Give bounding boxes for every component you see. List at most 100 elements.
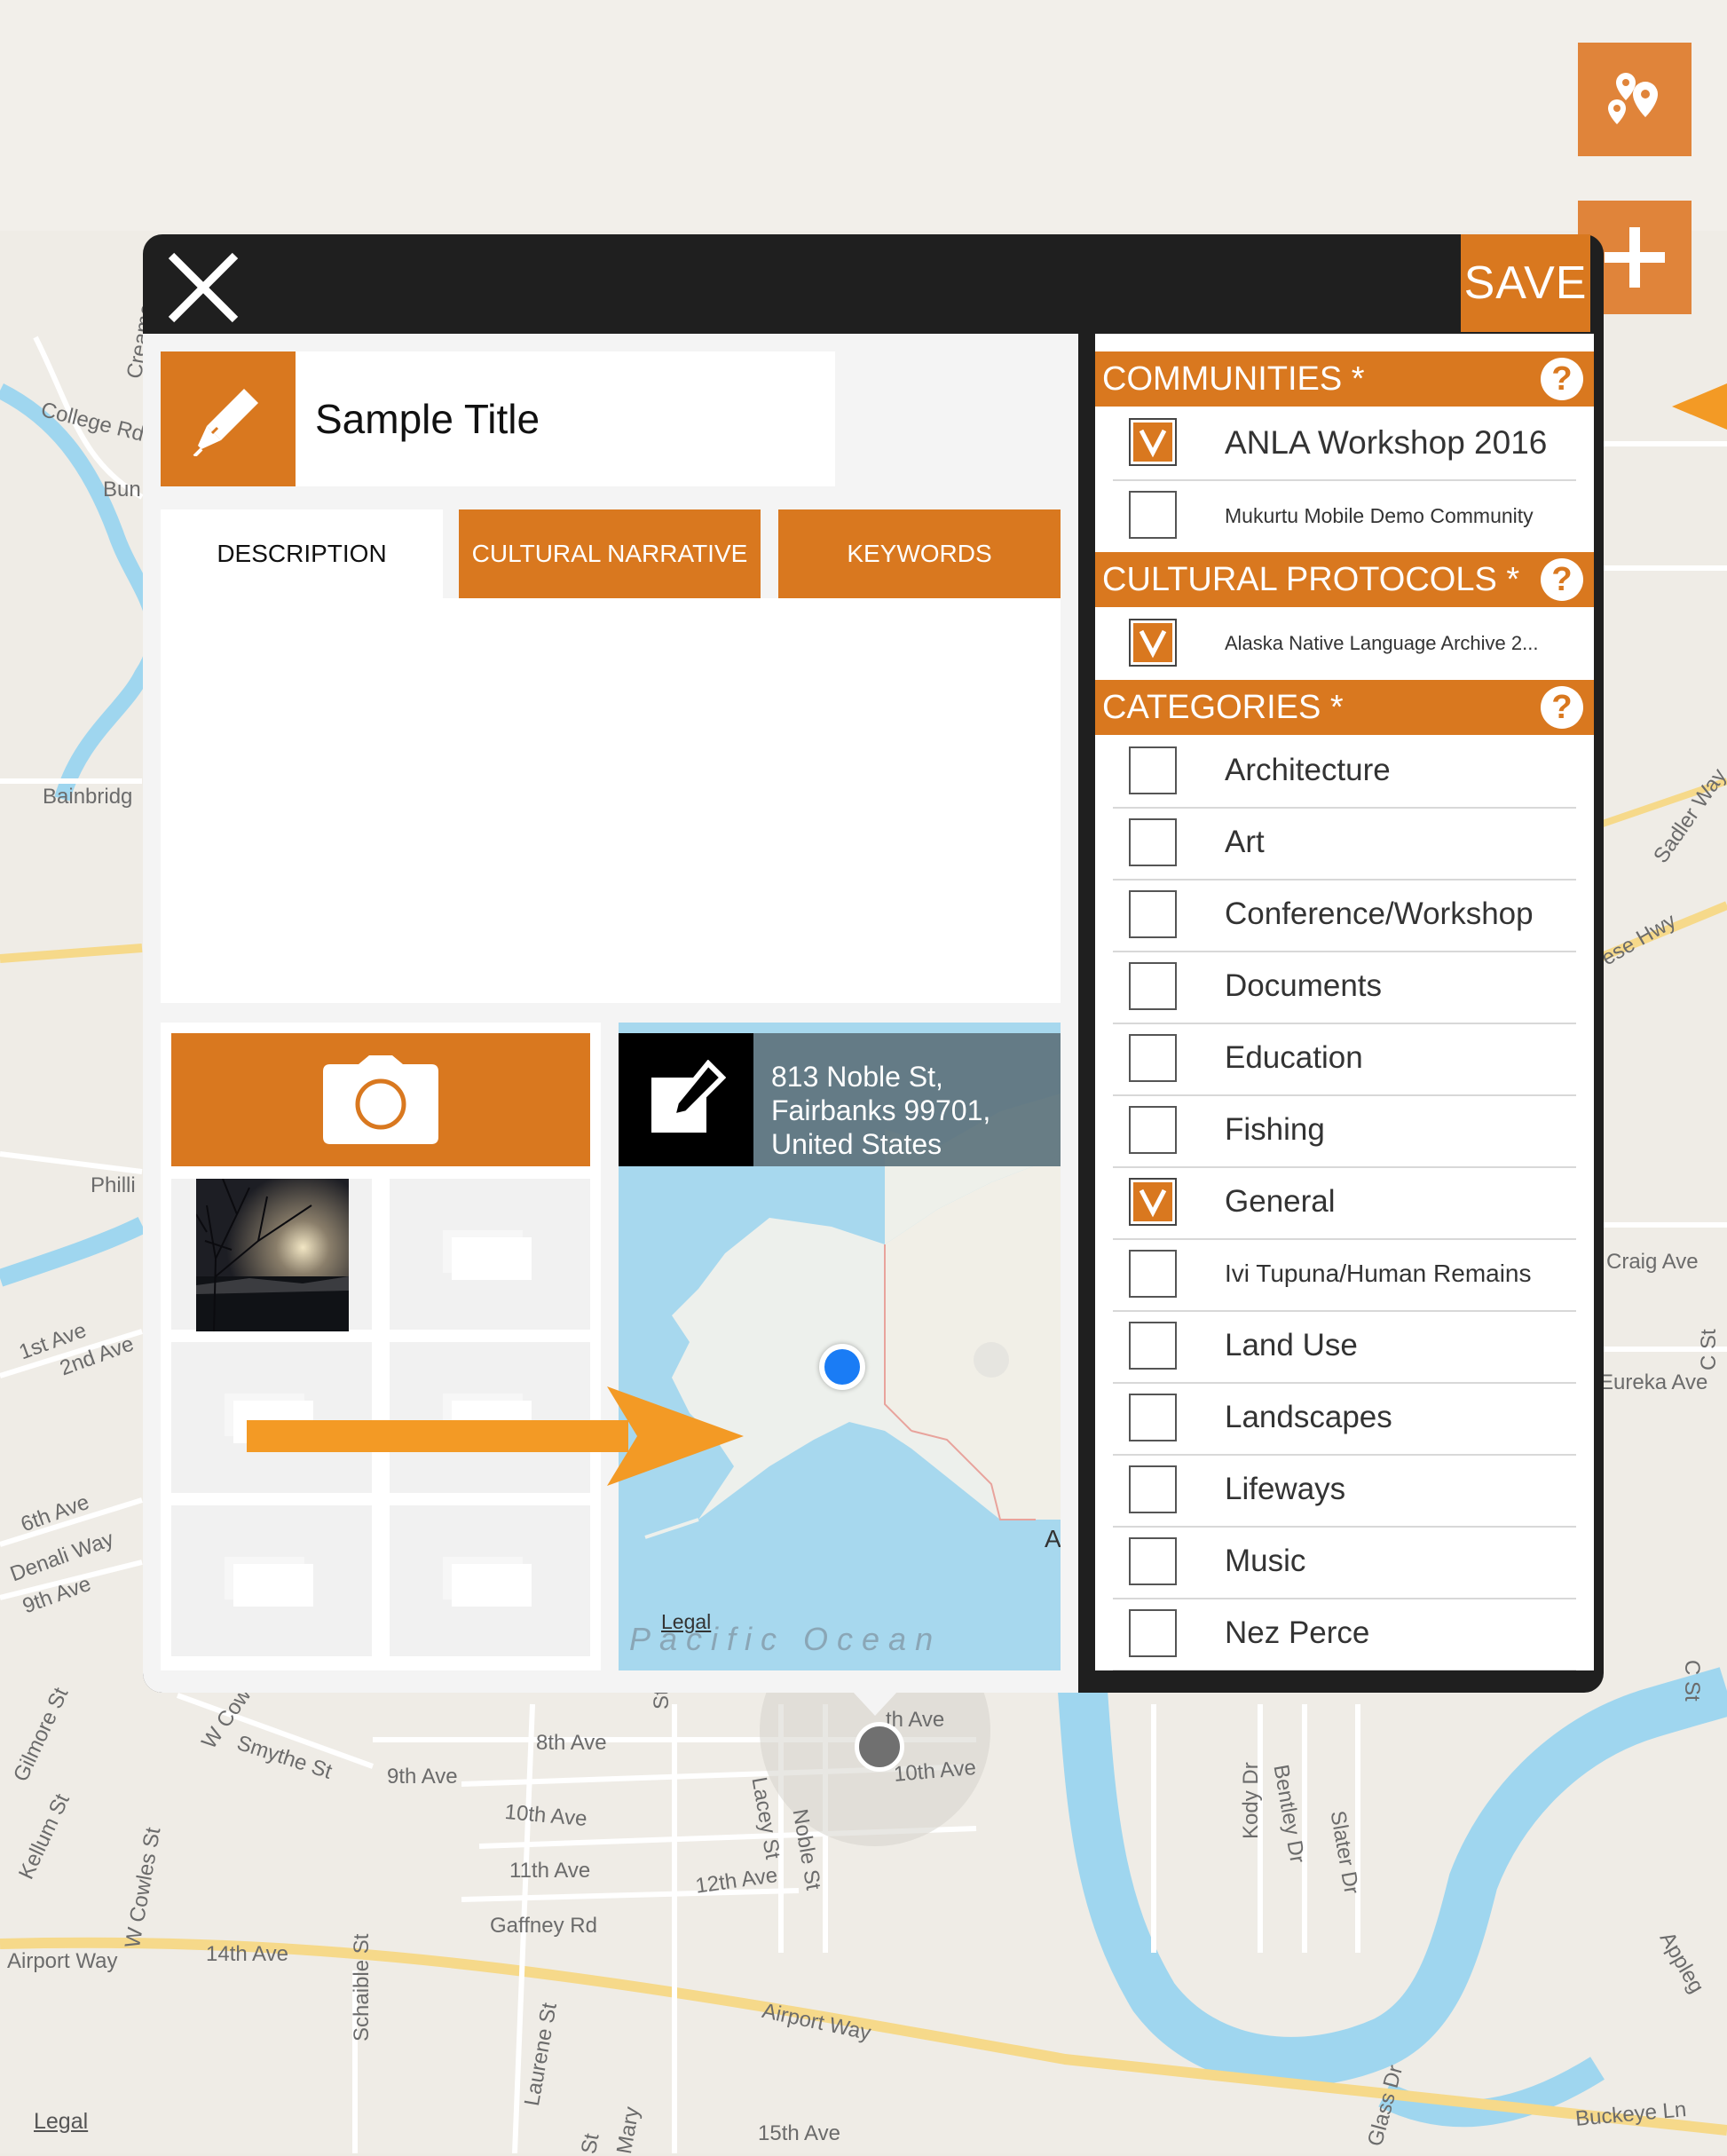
checkbox-row-categories[interactable]: Fishing bbox=[1113, 1094, 1576, 1168]
map-label: A bbox=[1045, 1525, 1061, 1552]
tab-keywords[interactable]: KEYWORDS bbox=[778, 509, 1061, 598]
checkbox[interactable] bbox=[1129, 818, 1177, 866]
section-header-communities: COMMUNITIES *? bbox=[1095, 351, 1594, 407]
address-text: 813 Noble St, Fairbanks 99701, United St… bbox=[771, 1061, 991, 1160]
empty-photo-slot[interactable] bbox=[390, 1505, 590, 1656]
empty-photo-slot[interactable] bbox=[171, 1505, 372, 1656]
checkbox[interactable] bbox=[1129, 1322, 1177, 1370]
location-map-panel[interactable]: 813 Noble St, Fairbanks 99701, United St… bbox=[619, 1023, 1061, 1670]
map-street-label: C St bbox=[1680, 1660, 1704, 1702]
map-pins-button[interactable] bbox=[1578, 43, 1692, 156]
checkbox[interactable] bbox=[1129, 1250, 1177, 1298]
checkbox[interactable] bbox=[1129, 746, 1177, 794]
section-header-categories: CATEGORIES *? bbox=[1095, 680, 1594, 735]
tab-description[interactable]: DESCRIPTION bbox=[161, 509, 443, 598]
checkbox-row-protocols[interactable]: Alaska Native Language Archive 2... bbox=[1113, 607, 1576, 682]
checkbox-row-categories[interactable]: Documents bbox=[1113, 951, 1576, 1024]
map-street-label: Eureka Ave bbox=[1599, 1370, 1708, 1394]
camera-button[interactable] bbox=[171, 1033, 590, 1166]
checkbox-row-categories[interactable]: Conference/Workshop bbox=[1113, 879, 1576, 952]
checkbox-label: Land Use bbox=[1225, 1328, 1358, 1362]
classification-pane: COMMUNITIES *? ANLA Workshop 2016 Mukurtu … bbox=[1095, 334, 1594, 1670]
map-street-label: St bbox=[577, 2131, 604, 2156]
item-details-pane: Sample Title DESCRIPTION CULTURAL NARRAT… bbox=[143, 334, 1078, 1693]
map-street-label: 14th Ave bbox=[206, 1942, 288, 1966]
description-textarea[interactable] bbox=[161, 598, 1061, 1003]
checkbox-row-communities[interactable]: Mukurtu Mobile Demo Community bbox=[1113, 479, 1576, 554]
dialog-topbar: SAVE bbox=[143, 234, 1604, 334]
map-legal-link[interactable]: Legal bbox=[661, 1610, 711, 1634]
checkbox-row-categories[interactable]: Landscapes bbox=[1113, 1382, 1576, 1456]
map-street-label: Schaible St bbox=[350, 1933, 374, 2041]
checkbox-row-categories[interactable]: Land Use bbox=[1113, 1310, 1576, 1384]
section-title: CATEGORIES * bbox=[1102, 689, 1344, 726]
map-street-label: Bun bbox=[103, 478, 141, 501]
title-field[interactable]: Sample Title bbox=[161, 351, 835, 486]
checkbox-row-communities[interactable]: ANLA Workshop 2016 bbox=[1113, 407, 1576, 481]
checkbox[interactable] bbox=[1129, 1394, 1177, 1441]
tree-silhouette-photo[interactable] bbox=[196, 1179, 349, 1331]
checkbox[interactable] bbox=[1129, 962, 1177, 1010]
section-title: COMMUNITIES * bbox=[1102, 360, 1365, 398]
checkbox[interactable] bbox=[1129, 1034, 1177, 1082]
close-icon bbox=[168, 252, 239, 323]
checkbox-label: Landscapes bbox=[1225, 1400, 1392, 1434]
empty-photo-slot[interactable] bbox=[390, 1179, 590, 1330]
map-street-label: Philli bbox=[91, 1173, 136, 1197]
help-icon[interactable]: ? bbox=[1541, 358, 1583, 400]
checkbox[interactable] bbox=[1129, 1465, 1177, 1513]
checkmark-icon bbox=[1133, 1182, 1172, 1221]
map-street-label: C St bbox=[1697, 1329, 1721, 1370]
checkbox-row-categories[interactable]: Ivi Tupuna/Human Remains bbox=[1113, 1238, 1576, 1312]
checked-checkbox[interactable] bbox=[1129, 619, 1177, 667]
edit-location-icon bbox=[651, 1060, 726, 1133]
checkbox-row-categories[interactable]: Nez Perce bbox=[1113, 1598, 1576, 1670]
checkbox-row-categories[interactable]: Education bbox=[1113, 1023, 1576, 1096]
checked-checkbox[interactable] bbox=[1129, 1178, 1177, 1226]
location-header: 813 Noble St, Fairbanks 99701, United St… bbox=[619, 1033, 1061, 1166]
checkbox-row-categories[interactable]: Architecture bbox=[1113, 735, 1576, 809]
title-text[interactable]: Sample Title bbox=[315, 351, 540, 486]
checkbox-row-categories[interactable]: Music bbox=[1113, 1526, 1576, 1599]
help-icon[interactable]: ? bbox=[1541, 558, 1583, 601]
map-street-label: Gaffney Rd bbox=[490, 1914, 597, 1938]
map-legal-link[interactable]: Legal bbox=[34, 2109, 88, 2135]
photo-slot[interactable] bbox=[171, 1179, 372, 1331]
map-street-label: Kody Dr bbox=[1239, 1762, 1263, 1839]
checkbox-label: Alaska Native Language Archive 2... bbox=[1225, 632, 1539, 654]
checkbox-row-categories[interactable]: General bbox=[1113, 1166, 1576, 1240]
checkbox-label: Education bbox=[1225, 1040, 1363, 1075]
checkbox-label: Documents bbox=[1225, 968, 1383, 1003]
close-button[interactable] bbox=[161, 245, 246, 330]
checkbox-label: Mukurtu Mobile Demo Community bbox=[1225, 504, 1534, 527]
dialog-pointer bbox=[852, 1691, 898, 1716]
map-pin-marker[interactable] bbox=[855, 1722, 904, 1772]
checkbox-label: Art bbox=[1225, 825, 1265, 859]
checkbox[interactable] bbox=[1129, 1609, 1177, 1657]
help-icon[interactable]: ? bbox=[1541, 686, 1583, 729]
edit-title-button[interactable] bbox=[161, 351, 296, 486]
plus-icon bbox=[1605, 227, 1665, 288]
checkmark-icon bbox=[1133, 423, 1172, 462]
checkbox-label: Music bbox=[1225, 1544, 1306, 1578]
checkbox-label: Architecture bbox=[1225, 753, 1391, 787]
tab-cultural-narrative[interactable]: CULTURAL NARRATIVE bbox=[459, 509, 761, 598]
checkbox[interactable] bbox=[1129, 1537, 1177, 1585]
checked-checkbox[interactable] bbox=[1129, 418, 1177, 466]
checkbox-row-categories[interactable]: Lifeways bbox=[1113, 1454, 1576, 1528]
checkbox[interactable] bbox=[1129, 491, 1177, 539]
checkbox-row-categories[interactable]: Art bbox=[1113, 807, 1576, 881]
checkbox-label: General bbox=[1225, 1184, 1336, 1219]
save-button[interactable]: SAVE bbox=[1461, 234, 1590, 332]
checkbox[interactable] bbox=[1129, 890, 1177, 938]
map-street-label: 8th Ave bbox=[536, 1731, 607, 1755]
map-street-label: 11th Ave bbox=[509, 1859, 591, 1883]
checkbox[interactable] bbox=[1129, 1106, 1177, 1154]
checkbox-label: Fishing bbox=[1225, 1112, 1325, 1147]
location-marker bbox=[819, 1344, 865, 1390]
orange-arrow-annotation bbox=[247, 1386, 744, 1486]
checkbox-label: Conference/Workshop bbox=[1225, 896, 1534, 931]
edit-location-button[interactable] bbox=[619, 1033, 753, 1166]
map-pins-icon bbox=[1608, 73, 1658, 124]
checkbox-label: ANLA Workshop 2016 bbox=[1225, 424, 1548, 461]
